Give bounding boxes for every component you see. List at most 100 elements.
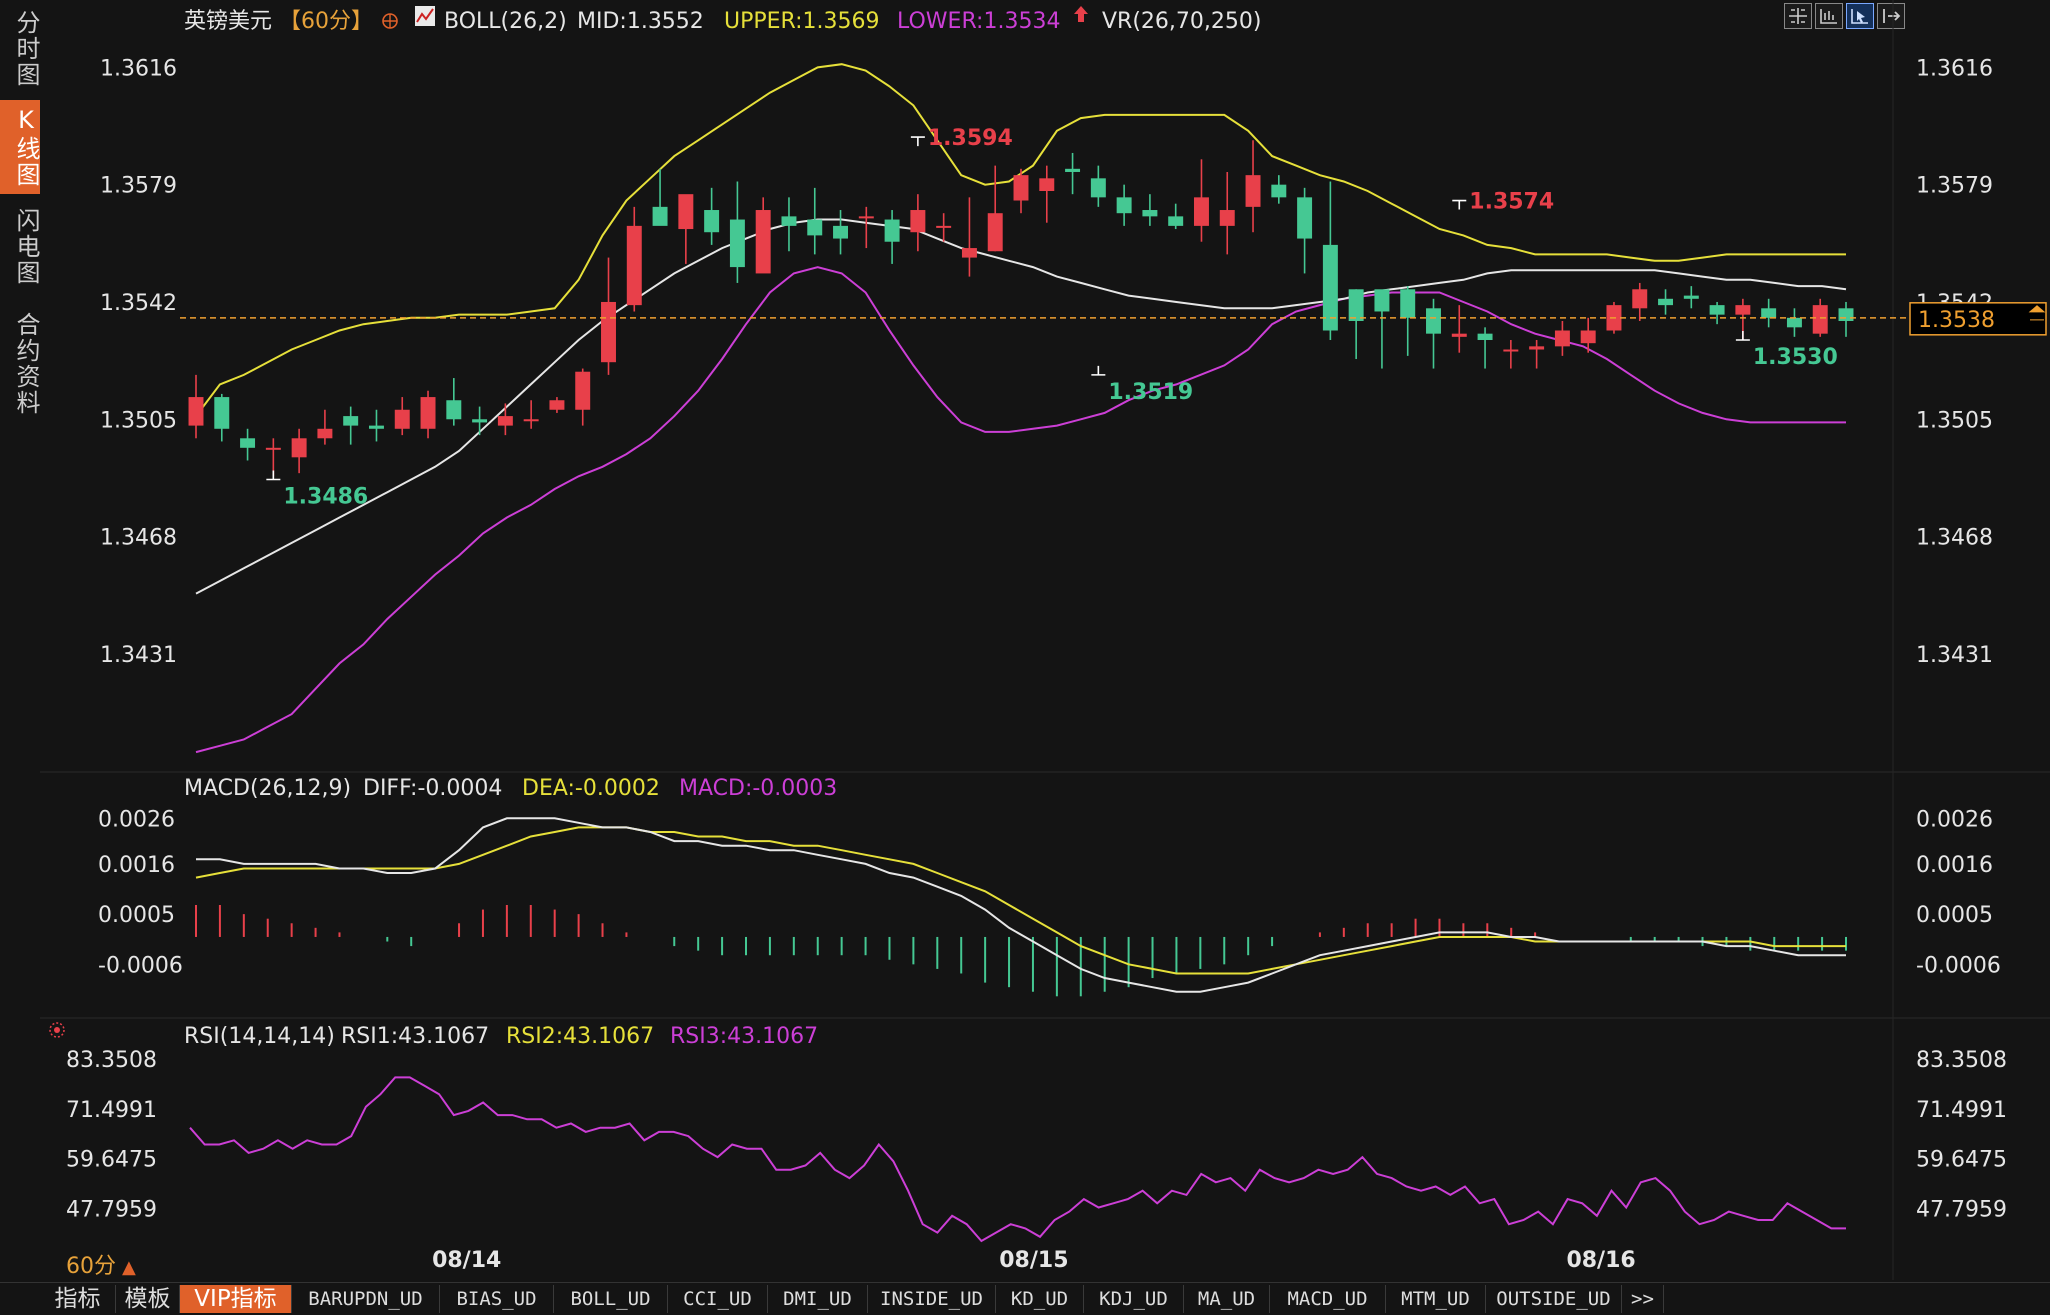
candle-body [1503,349,1519,352]
price-tick-left: 1.3579 [100,174,177,199]
rsi-tick-right: 71.4991 [1916,1098,2007,1123]
period-selector[interactable]: 60分 ▲ [66,1248,136,1280]
period-label: 60分 [66,1254,116,1279]
rsi1-value: RSI1:43.1067 [341,1024,489,1049]
candle-body [884,219,900,242]
candle-body [1477,333,1493,341]
high-price-label: 1.3594 [928,126,1013,151]
tab-mtm-ud[interactable]: MTM_UD [1386,1285,1486,1313]
tab-kd-ud[interactable]: KD_UD [996,1285,1084,1313]
candle-body [214,397,230,429]
candle-body [394,409,410,429]
price-tick-right: 1.3505 [1916,408,1993,433]
candle-body [1554,330,1570,347]
macd-tick-left: -0.0006 [98,953,183,978]
candle-body [1297,197,1313,239]
tab-boll-ud[interactable]: BOLL_UD [554,1285,668,1313]
circle-plus-icon[interactable] [382,13,398,29]
price-panel: 1.3538 1.3486 1.3594 1.3519 1.3574 1.3530 [180,63,2047,754]
candle-body [1219,210,1235,226]
rsi2-value: RSI2:43.1067 [506,1024,654,1049]
rsi-tick-right: 59.6475 [1916,1148,2007,1173]
vr-label: VR(26,70,250) [1102,9,1261,34]
candle-body [626,225,642,306]
candle-body [755,210,771,274]
tab-vip-indicators[interactable]: VIP指标 [180,1285,292,1313]
candle-body [291,438,307,458]
rsi3-value: RSI3:43.1067 [670,1024,818,1049]
boll-label: BOLL(26,2) [444,9,567,34]
candle-body [910,210,926,233]
candle-body [472,419,488,423]
candle-body [1090,178,1106,198]
candle-body [1658,298,1674,306]
candle-body [1245,175,1261,207]
price-tick-left: 1.3431 [100,643,177,668]
candle-body [1786,317,1802,328]
candle-body [1142,210,1158,217]
tab-dmi-ud[interactable]: DMI_UD [768,1285,868,1313]
macd-tick-right: 0.0026 [1916,807,1993,832]
tab-kdj-ud[interactable]: KDJ_UD [1084,1285,1184,1313]
extreme-marker [910,136,925,147]
candle-body [1271,184,1287,198]
candle-body [1065,168,1081,172]
candle-body [833,225,849,239]
tab-templates[interactable]: 模板 [116,1285,180,1313]
extreme-marker [266,470,281,481]
macd-tick-right: 0.0016 [1916,853,1993,878]
macd-dea-line [195,826,1846,975]
rsi-panel [189,1076,1846,1243]
candle-body [1735,305,1751,315]
rsi-tick-left: 47.7959 [66,1197,157,1222]
boll-mid-line [195,218,1847,595]
high-price-label: 1.3574 [1469,190,1554,215]
x-date-label: 08/16 [1566,1248,1635,1273]
tab-cci-ud[interactable]: CCI_UD [668,1285,768,1313]
candle-body [523,419,539,422]
candle-body [858,216,874,219]
macd-value: MACD:-0.0003 [679,776,837,801]
candle-body [1400,289,1416,318]
price-tick-right: 1.3616 [1916,56,1993,81]
tab-barupdn-ud[interactable]: BARUPDN_UD [292,1285,440,1313]
period-tag: 【60分】 [279,9,373,34]
candle-body [1116,197,1132,214]
price-tick-right: 1.3468 [1916,526,1993,551]
x-axis: 08/14 08/15 08/16 [432,1248,1636,1273]
record-dot-icon[interactable] [48,1021,66,1039]
rsi-tick-right: 83.3508 [1916,1048,2007,1073]
tab-macd-ud[interactable]: MACD_UD [1270,1285,1386,1313]
macd-panel [195,817,1847,997]
candle-body [678,194,694,230]
instrument-name: 英镑美元 [184,9,272,34]
rsi-tick-left: 83.3508 [66,1048,157,1073]
tab-bias-ud[interactable]: BIAS_UD [440,1285,554,1313]
boll-upper-line [195,63,1846,417]
candle-body [549,400,565,410]
tab-more[interactable]: >> [1622,1285,1664,1313]
candle-body [1683,295,1699,299]
tab-inside-ud[interactable]: INSIDE_UD [868,1285,996,1313]
macd-tick-right: 0.0005 [1916,903,1993,928]
tab-indicators[interactable]: 指标 [40,1285,116,1313]
candle-body [420,397,436,429]
macd-label: MACD(26,12,9) [184,776,351,801]
macd-tick-right: -0.0006 [1916,953,2001,978]
low-price-label: 1.3486 [283,485,368,510]
candle-body [368,425,384,429]
macd-tick-left: 0.0005 [98,903,175,928]
macd-dea: DEA:-0.0002 [522,776,660,801]
tab-ma-ud[interactable]: MA_UD [1184,1285,1270,1313]
candle-body [188,397,204,426]
extreme-marker [1452,199,1467,210]
candle-body [1168,216,1184,226]
boll-upper: UPPER:1.3569 [724,9,880,34]
tab-outside-ud[interactable]: OUTSIDE_UD [1486,1285,1622,1313]
candle-body [1348,289,1364,321]
candle-body [1193,197,1209,226]
triangle-up-icon: ▲ [122,1257,136,1278]
candle-body [497,416,513,426]
price-tick-left: 1.3505 [100,408,177,433]
candle-body [987,213,1003,252]
